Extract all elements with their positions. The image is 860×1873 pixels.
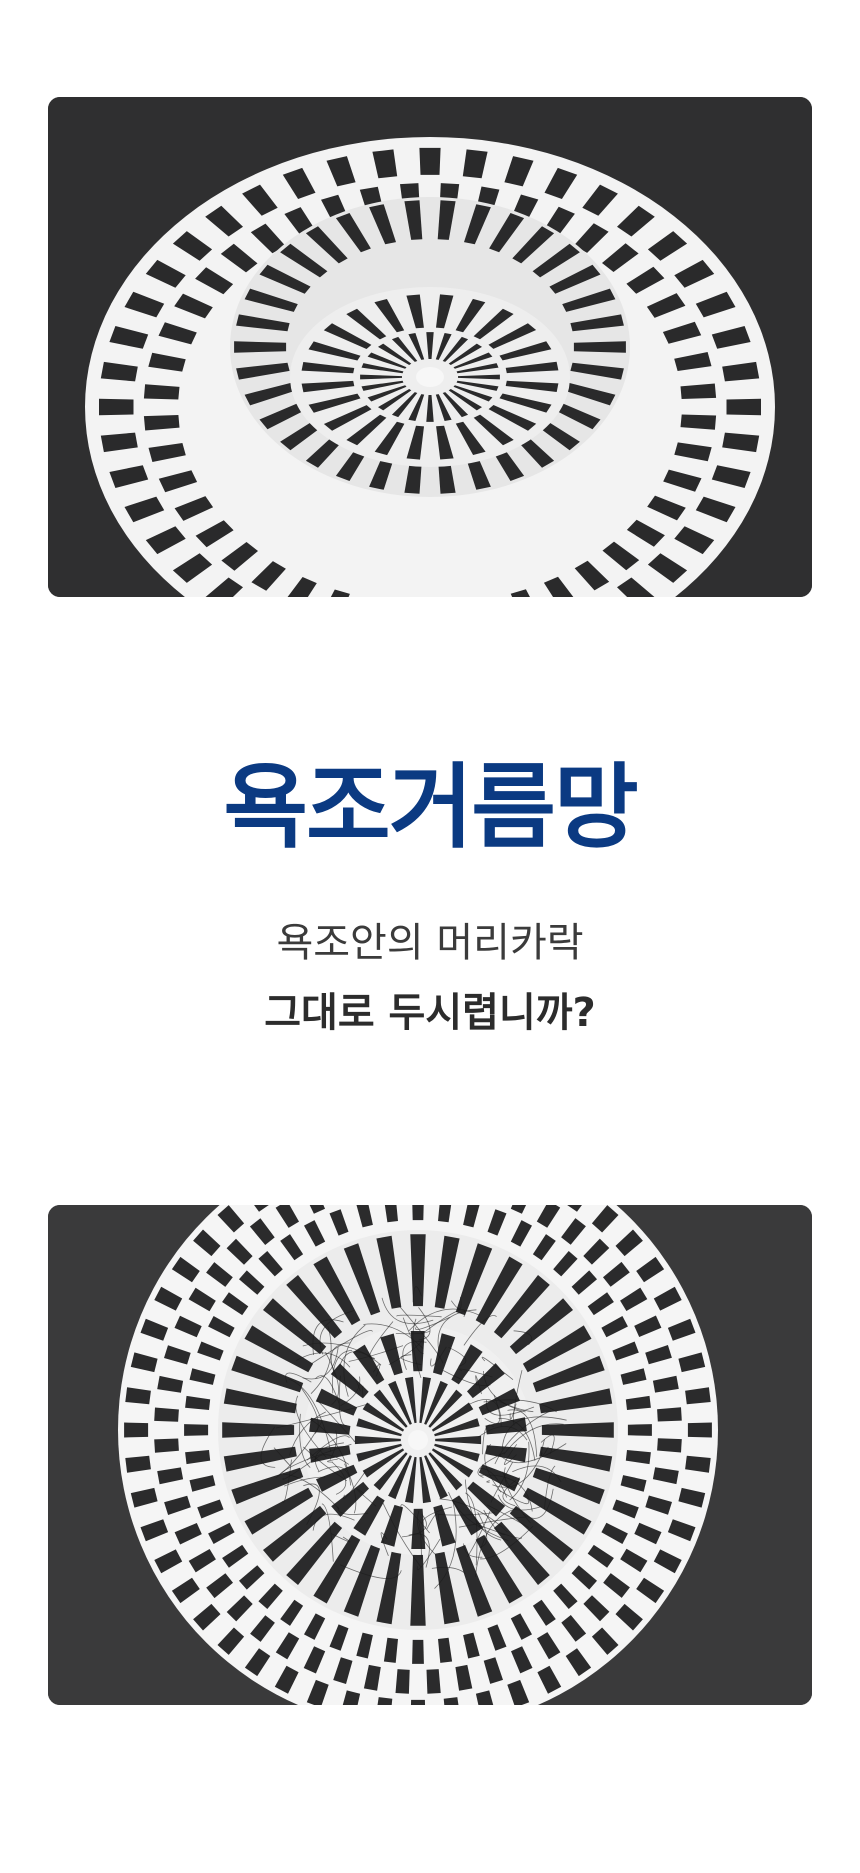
subtitle-line-1: 욕조안의 머리카락 (276, 920, 584, 966)
rim-slot (154, 1438, 179, 1453)
subtitle-line-2: 그대로 두시렵니까? (264, 990, 596, 1036)
rim-slot (124, 1422, 149, 1438)
rim-slot (726, 398, 761, 416)
strainer-photo-bottom (48, 1205, 812, 1705)
rim-slot (412, 1639, 424, 1664)
rim-slot (657, 1438, 682, 1453)
strainer-photo-top (48, 97, 812, 597)
rim-slot (657, 1407, 682, 1422)
rim-slot (143, 384, 180, 400)
rim-slot (184, 1424, 209, 1436)
rim-slot (687, 1422, 712, 1438)
rim-slot (419, 147, 441, 175)
basket-slot (234, 341, 287, 353)
basket-slot (573, 341, 626, 353)
rim-slot (412, 1205, 424, 1221)
rim-slot (627, 1424, 652, 1436)
rim-slot (154, 1407, 179, 1422)
rim-slot (410, 1699, 426, 1705)
drain-strainer-with-hair-icon (48, 1205, 812, 1705)
rim-slot (395, 1669, 410, 1694)
center-hub (408, 1430, 428, 1450)
rim-slot (99, 398, 134, 416)
drain-strainer-icon (48, 97, 812, 597)
rim-slot (680, 414, 717, 430)
center-hub (416, 367, 444, 387)
page-title: 욕조거름망 (223, 754, 638, 861)
rim-slot (426, 1669, 441, 1694)
